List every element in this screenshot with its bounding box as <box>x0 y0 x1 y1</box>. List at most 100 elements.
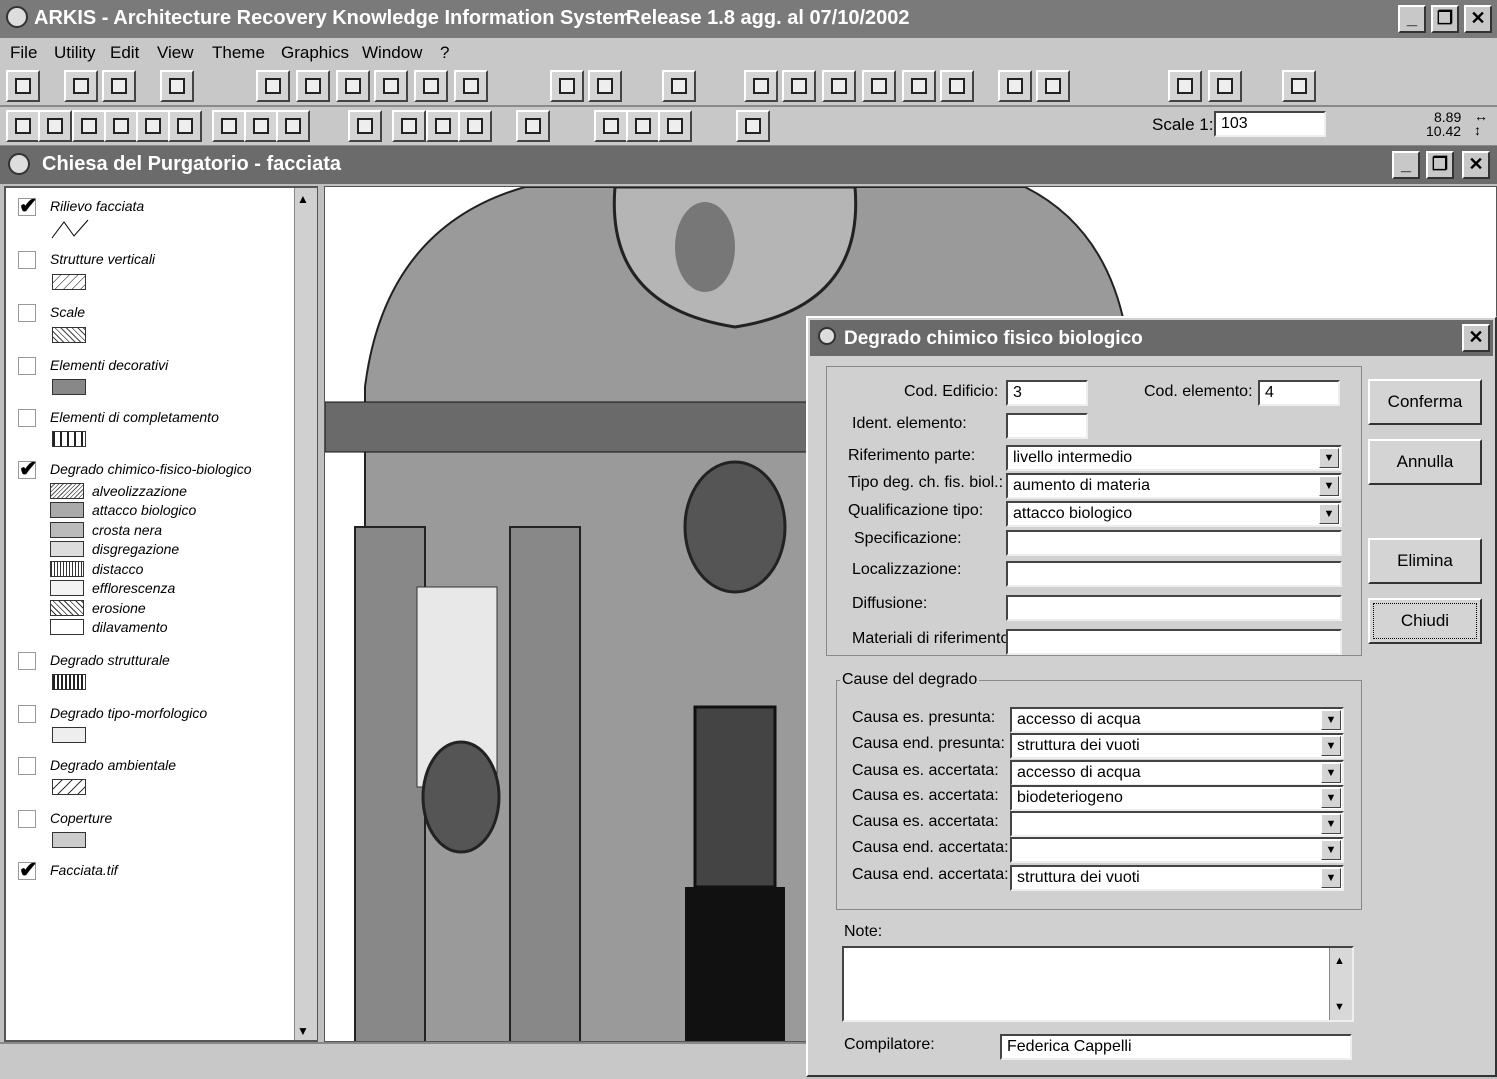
pan-hand-icon[interactable] <box>168 110 202 142</box>
polygon-edit-icon[interactable] <box>426 110 460 142</box>
cause-select-1[interactable]: accesso di acqua ▼ <box>1010 707 1344 733</box>
checkbox-checked-icon[interactable]: ✔ <box>18 195 37 217</box>
checkbox-icon[interactable] <box>18 652 36 670</box>
list-icon[interactable] <box>454 70 488 102</box>
localizzazione-input[interactable] <box>1006 561 1342 587</box>
dropdown-arrow-icon[interactable]: ▼ <box>1321 763 1341 783</box>
save-icon[interactable] <box>6 70 40 102</box>
building-icon[interactable] <box>296 70 330 102</box>
diffusione-input[interactable] <box>1006 595 1342 621</box>
chiudi-button[interactable]: Chiudi <box>1368 598 1482 644</box>
back-icon[interactable] <box>940 70 974 102</box>
properties-icon[interactable] <box>414 70 448 102</box>
checkbox-icon[interactable] <box>18 810 36 828</box>
compare-icon[interactable] <box>998 70 1032 102</box>
info-icon[interactable] <box>244 110 278 142</box>
copy-icon[interactable] <box>1168 70 1202 102</box>
menu-file[interactable]: File <box>10 43 37 63</box>
film-icon[interactable] <box>662 70 696 102</box>
pen-icon[interactable] <box>276 110 310 142</box>
rect-select-icon[interactable] <box>72 110 106 142</box>
elimina-button[interactable]: Elimina <box>1368 538 1482 584</box>
help-icon[interactable] <box>1282 70 1316 102</box>
pointer-icon[interactable] <box>6 110 40 142</box>
qualificazione-select[interactable]: attacco biologico ▼ <box>1006 501 1342 527</box>
extent-icon[interactable] <box>212 110 246 142</box>
menu-theme[interactable]: Theme <box>212 43 265 63</box>
checkbox-icon[interactable] <box>18 251 36 269</box>
edit-layer2-icon[interactable] <box>862 70 896 102</box>
dropdown-arrow-icon[interactable]: ▼ <box>1321 736 1341 756</box>
legend-scrollbar[interactable]: ▲ ▼ <box>294 188 317 1040</box>
dropdown-arrow-icon[interactable]: ▼ <box>1321 840 1341 860</box>
table-icon[interactable] <box>160 70 194 102</box>
annulla-button[interactable]: Annulla <box>1368 439 1482 485</box>
compilatore-input[interactable]: Federica Cappelli <box>1000 1034 1352 1060</box>
polygon-icon[interactable] <box>392 110 426 142</box>
cause-select-4[interactable]: biodeteriogeno ▼ <box>1010 785 1344 811</box>
download-icon[interactable] <box>516 110 550 142</box>
line-tool-icon[interactable] <box>38 110 72 142</box>
dialog-close-icon[interactable]: ✕ <box>1462 324 1490 352</box>
menu-graphics[interactable]: Graphics <box>281 43 349 63</box>
materiali-input[interactable] <box>1006 629 1342 655</box>
note-scrollbar[interactable]: ▲ ▼ <box>1329 948 1352 1020</box>
menu-window[interactable]: Window <box>362 43 422 63</box>
map-icon[interactable] <box>902 70 936 102</box>
add-icon[interactable] <box>64 70 98 102</box>
cause-select-3[interactable]: accesso di acqua ▼ <box>1010 760 1344 786</box>
cause-select-2[interactable]: struttura dei vuoti ▼ <box>1010 733 1344 759</box>
menu-edit[interactable]: Edit <box>110 43 139 63</box>
dropdown-arrow-icon[interactable]: ▼ <box>1319 448 1339 468</box>
note-textarea[interactable]: ▲ ▼ <box>842 946 1354 1022</box>
minimize-icon[interactable]: _ <box>1398 5 1426 33</box>
delete-icon[interactable] <box>102 70 136 102</box>
checkbox-checked-icon[interactable]: ✔ <box>18 458 37 480</box>
specificazione-input[interactable] <box>1006 530 1342 556</box>
scroll-down-icon[interactable]: ▼ <box>297 1024 309 1038</box>
marker-icon[interactable] <box>736 110 770 142</box>
text-icon[interactable] <box>256 70 290 102</box>
check-icon[interactable] <box>550 70 584 102</box>
dropdown-arrow-icon[interactable]: ▼ <box>1321 868 1341 888</box>
child-close-icon[interactable]: ✕ <box>1462 151 1490 179</box>
house-icon[interactable] <box>348 110 382 142</box>
checkbox-icon[interactable] <box>18 357 36 375</box>
dropdown-arrow-icon[interactable]: ▼ <box>1321 788 1341 808</box>
ident-elemento-input[interactable] <box>1006 413 1088 439</box>
dropdown-arrow-icon[interactable]: ▼ <box>1321 814 1341 834</box>
scroll-up-icon[interactable]: ▲ <box>1334 950 1345 972</box>
checkbox-icon[interactable] <box>18 705 36 723</box>
scroll-up-icon[interactable]: ▲ <box>297 192 309 206</box>
child-restore-icon[interactable]: ❐ <box>1426 151 1454 179</box>
tipo-deg-select[interactable]: aumento di materia ▼ <box>1006 473 1342 499</box>
dropdown-arrow-icon[interactable]: ▼ <box>1321 710 1341 730</box>
conferma-button[interactable]: Conferma <box>1368 379 1482 425</box>
scroll-down-icon[interactable]: ▼ <box>1334 996 1345 1018</box>
dropdown-arrow-icon[interactable]: ▼ <box>1319 476 1339 496</box>
text-tool-icon[interactable] <box>626 110 660 142</box>
menu-help[interactable]: ? <box>440 43 449 63</box>
restore-icon[interactable]: ❐ <box>1431 5 1459 33</box>
select-area-icon[interactable] <box>458 110 492 142</box>
zoom-window-icon[interactable] <box>136 110 170 142</box>
checkbox-checked-icon[interactable]: ✔ <box>18 859 37 881</box>
grid-icon[interactable] <box>594 110 628 142</box>
rif-parte-select[interactable]: livello intermedio ▼ <box>1006 445 1342 471</box>
cause-select-7[interactable]: struttura dei vuoti ▼ <box>1010 865 1344 891</box>
layers-icon[interactable] <box>336 70 370 102</box>
cause-select-6[interactable]: ▼ <box>1010 837 1344 863</box>
zoom-in-icon[interactable] <box>744 70 778 102</box>
zoom-out-icon[interactable] <box>782 70 816 102</box>
window-icon[interactable] <box>1036 70 1070 102</box>
checkbox-icon[interactable] <box>18 304 36 322</box>
menu-view[interactable]: View <box>157 43 194 63</box>
cod-elemento-input[interactable]: 4 <box>1258 380 1340 406</box>
new-document-icon[interactable] <box>374 70 408 102</box>
cod-edificio-input[interactable]: 3 <box>1006 380 1088 406</box>
cause-select-5[interactable]: ▼ <box>1010 811 1344 837</box>
checkbox-icon[interactable] <box>18 409 36 427</box>
menu-utility[interactable]: Utility <box>54 43 96 63</box>
dropdown-arrow-icon[interactable]: ▼ <box>1319 504 1339 524</box>
checkbox-icon[interactable] <box>18 757 36 775</box>
